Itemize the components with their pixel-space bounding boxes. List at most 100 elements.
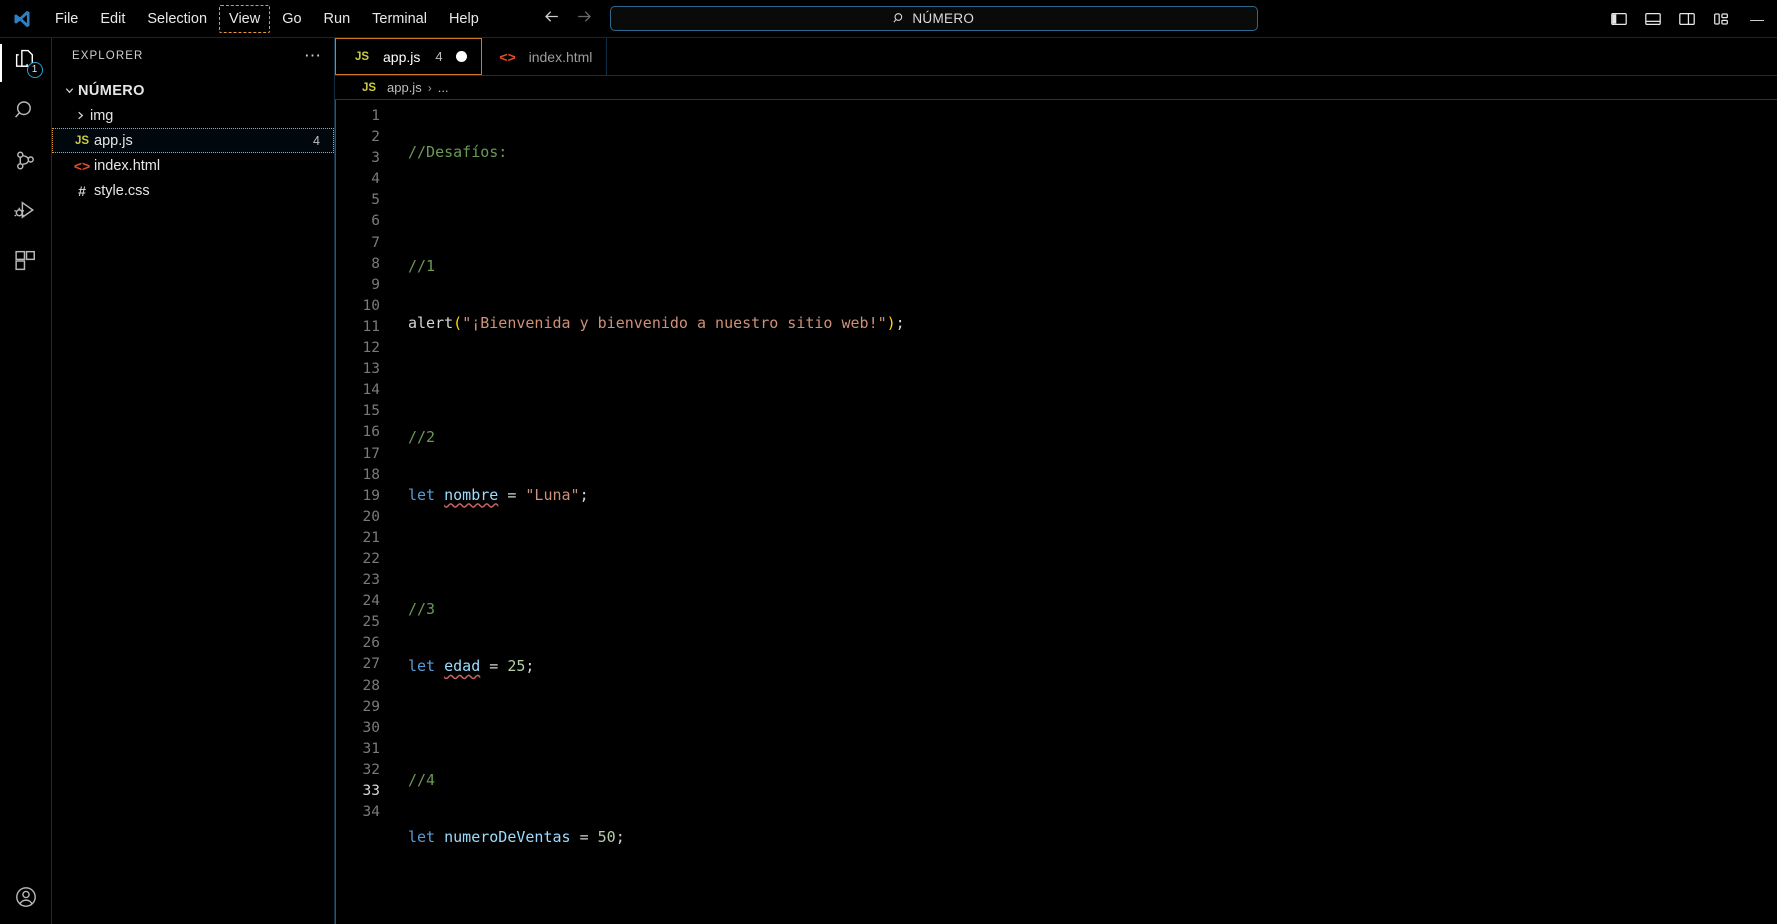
tree-root-folder[interactable]: NÚMERO	[52, 78, 334, 103]
menu-bar: File Edit Selection View Go Run Terminal…	[44, 0, 490, 37]
line-number: 33	[362, 783, 380, 799]
tree-item-label: style.css	[94, 182, 150, 199]
activitybar-item-accounts[interactable]	[0, 874, 52, 924]
line-number: 30	[362, 719, 380, 736]
line-number: 14	[362, 382, 380, 399]
code-line-4: alert("¡Bienvenida y bienvenido a nuestr…	[408, 314, 905, 333]
vscode-window: File Edit Selection View Go Run Terminal…	[0, 0, 1777, 924]
tree-item-label: img	[90, 107, 114, 124]
toggle-secondary-sidebar-icon[interactable]	[1676, 9, 1697, 30]
menu-terminal[interactable]: Terminal	[362, 5, 437, 33]
toggle-primary-sidebar-icon[interactable]	[1608, 9, 1629, 30]
activitybar-item-explorer[interactable]: 1	[0, 38, 52, 88]
sidebar-title-label: EXPLORER	[72, 50, 144, 62]
menu-selection[interactable]: Selection	[137, 5, 217, 33]
line-number: 5	[371, 192, 380, 209]
explorer-badge: 1	[26, 62, 43, 78]
command-center[interactable]: NÚMERO	[609, 6, 1258, 31]
search-icon	[893, 13, 903, 23]
line-number: 11	[362, 318, 380, 335]
menu-help[interactable]: Help	[439, 5, 489, 33]
code-editor[interactable]: 1 2 3 4 5 6 7 8 9 10 11 12 13 14 15 16 1	[335, 100, 1777, 924]
code-line-7: let nombre = "Luna";	[408, 485, 589, 504]
minimize-button[interactable]: —	[1737, 0, 1777, 38]
code-line-6: //2	[408, 428, 436, 447]
ellipsis-icon[interactable]: ⋯	[304, 47, 322, 64]
line-number: 23	[362, 572, 380, 589]
line-number: 27	[362, 656, 380, 673]
tab-app-js[interactable]: JS app.js 4	[335, 38, 482, 75]
activitybar-item-search[interactable]	[0, 88, 52, 138]
line-number: 7	[371, 234, 380, 251]
tab-index-html[interactable]: <> index.html	[482, 38, 608, 75]
line-number: 22	[362, 550, 380, 567]
chevron-right-icon	[70, 110, 90, 121]
account-icon	[14, 885, 38, 914]
tab-dirty-indicator[interactable]	[455, 51, 467, 62]
breadcrumb-symbol[interactable]: ...	[438, 80, 449, 95]
tree-item-index-html[interactable]: <> index.html	[52, 153, 334, 178]
tab-label: app.js	[383, 48, 421, 65]
source-control-icon	[13, 148, 38, 178]
tree-item-label: app.js	[94, 132, 133, 149]
menu-run[interactable]: Run	[314, 5, 361, 33]
line-number: 9	[371, 276, 380, 293]
arrow-right-icon[interactable]	[575, 7, 594, 30]
code-line-12: //4	[408, 771, 436, 790]
window-controls: —	[1737, 0, 1777, 38]
css-file-icon: #	[78, 182, 86, 199]
code-content[interactable]: //Desafíos: //1 alert("¡Bienvenida y bie…	[394, 100, 1777, 924]
menu-view[interactable]: View	[219, 4, 271, 33]
activitybar-item-source-control[interactable]	[0, 138, 52, 188]
command-center-text: NÚMERO	[912, 11, 975, 26]
menu-go[interactable]: Go	[272, 5, 311, 33]
toggle-panel-icon[interactable]	[1642, 9, 1663, 30]
tree-item-label: index.html	[94, 157, 161, 174]
activity-bar: 1	[0, 38, 52, 924]
code-line-1: //Desafíos:	[408, 143, 508, 161]
activitybar-item-run-and-debug[interactable]	[0, 188, 52, 238]
line-number: 3	[371, 150, 380, 167]
tab-badge: 4	[435, 49, 443, 64]
customize-layout-icon[interactable]	[1710, 9, 1731, 30]
line-number: 18	[362, 466, 380, 483]
editor-group: JS app.js 4 <> index.html JS app.js › ..…	[335, 38, 1777, 924]
line-number: 31	[362, 740, 380, 757]
activitybar-item-extensions[interactable]	[0, 238, 52, 288]
line-number-gutter: 1 2 3 4 5 6 7 8 9 10 11 12 13 14 15 16 1	[336, 100, 394, 924]
line-number: 26	[362, 635, 380, 652]
menu-file[interactable]: File	[45, 5, 88, 33]
tree-item-style-css[interactable]: # style.css	[52, 178, 334, 203]
line-number: 20	[362, 508, 380, 525]
workbench-body: 1 EXPLORER ⋯ NÚMERO img JS app.js 4 <> i…	[0, 38, 1777, 924]
arrow-left-icon[interactable]	[542, 7, 561, 30]
menu-edit[interactable]: Edit	[90, 5, 135, 33]
vscode-logo-icon	[0, 0, 44, 38]
code-line-3: //1	[408, 257, 436, 276]
line-number: 19	[362, 487, 380, 504]
breadcrumb-file[interactable]: app.js	[387, 80, 422, 95]
line-number: 29	[362, 698, 380, 715]
tree-item-img[interactable]: img	[52, 103, 334, 128]
line-number: 16	[362, 424, 380, 441]
explorer-tree: NÚMERO img JS app.js 4 <> index.html # s…	[52, 74, 334, 203]
line-number: 34	[362, 804, 380, 821]
line-number: 1	[371, 108, 380, 124]
primary-sidebar: EXPLORER ⋯ NÚMERO img JS app.js 4 <> ind…	[52, 38, 335, 924]
chevron-down-icon	[60, 85, 78, 96]
layout-actions	[1608, 0, 1731, 38]
line-number: 15	[362, 403, 380, 420]
js-file-icon: JS	[354, 50, 370, 63]
code-line-10: let edad = 25;	[408, 656, 535, 675]
search-icon	[13, 98, 38, 128]
line-number: 28	[362, 677, 380, 694]
code-line-9: //3	[408, 599, 436, 618]
code-line-13: let numeroDeVentas = 50;	[408, 828, 625, 847]
tree-item-app-js[interactable]: JS app.js 4	[52, 128, 334, 153]
breadcrumb: JS app.js › ...	[335, 76, 1777, 100]
tree-item-badge: 4	[313, 133, 320, 148]
line-number: 21	[362, 529, 380, 546]
